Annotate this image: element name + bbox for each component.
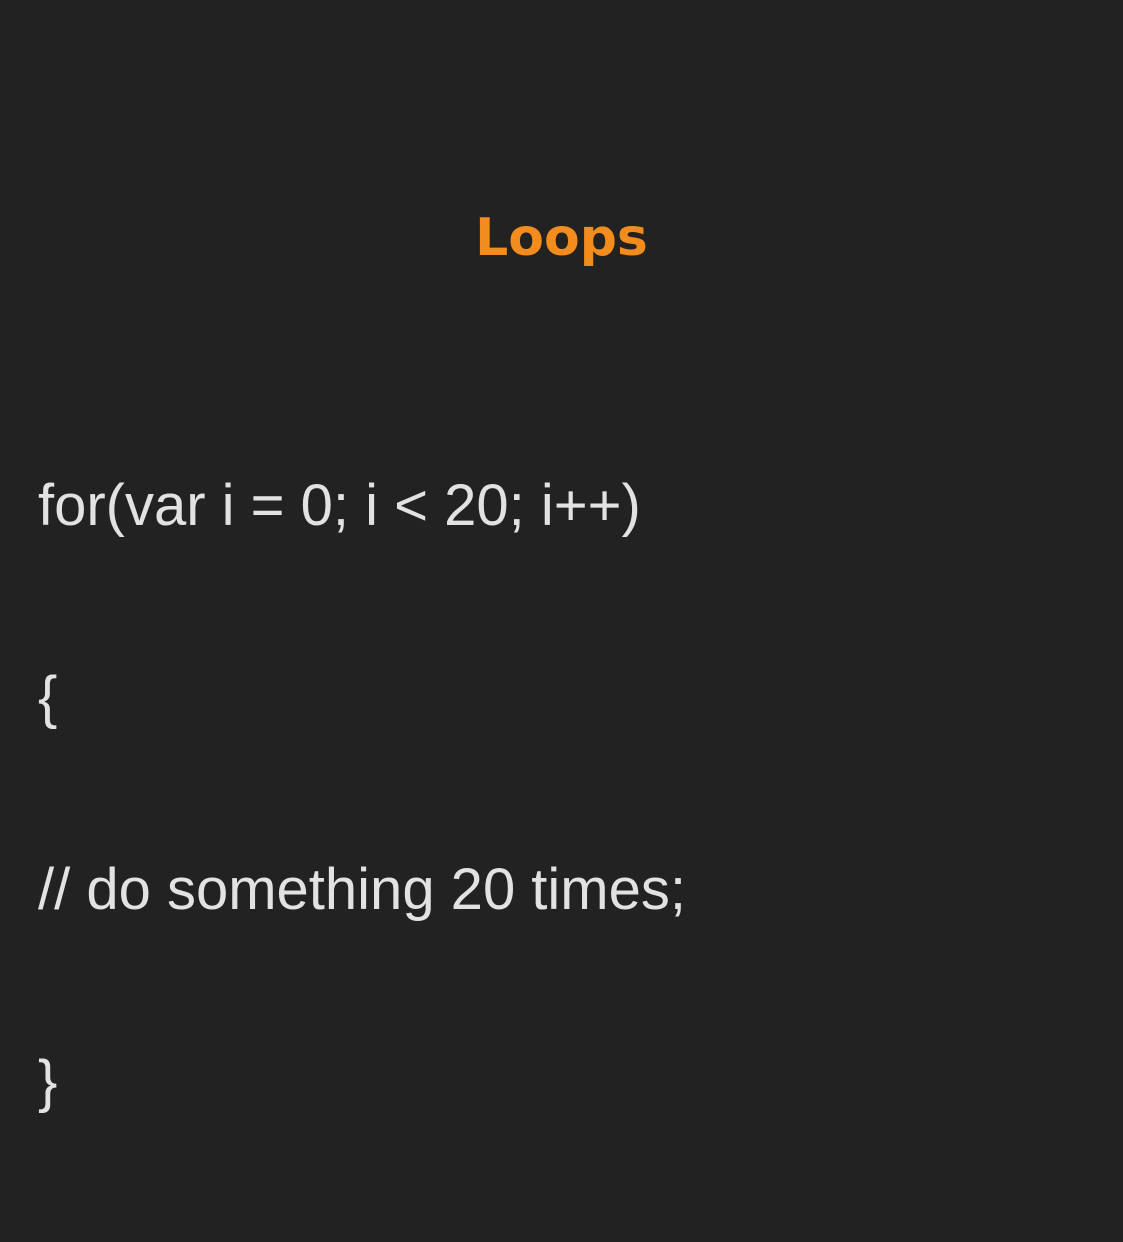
code-line-close-brace: } [38, 1049, 58, 1114]
code-line-for-statement: for(var i = 0; i < 20; i++) [38, 473, 641, 538]
code-block: for(var i = 0; i < 20; i++) { // do some… [38, 346, 686, 1242]
code-line-open-brace: { [38, 665, 58, 730]
code-line-comment: // do something 20 times; [38, 857, 686, 922]
slide-title: Loops [475, 208, 648, 268]
slide: Loops for(var i = 0; i < 20; i++) { // d… [0, 0, 1123, 1114]
